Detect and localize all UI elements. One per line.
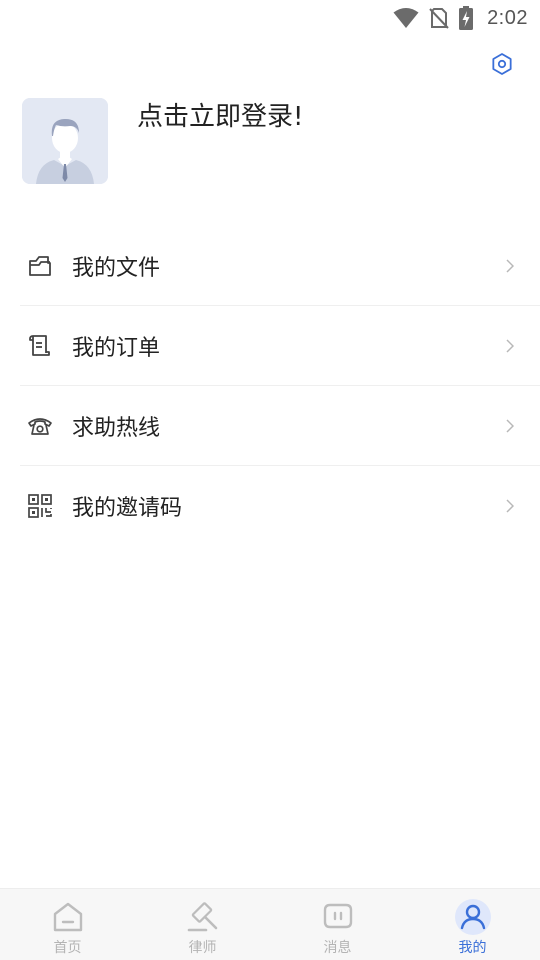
battery-charging-icon	[459, 6, 474, 30]
menu-list: 我的文件 我的订单 求助热线 我的邀请码	[0, 226, 540, 546]
wifi-icon	[393, 7, 419, 29]
bottom-tab-bar: 首页 律师 消息 我的	[0, 888, 540, 960]
menu-item-label: 我的邀请码	[72, 496, 183, 521]
tab-mine[interactable]: 我的	[405, 889, 540, 960]
default-avatar-icon	[22, 98, 108, 184]
menu-item-label: 我的文件	[72, 255, 161, 281]
menu-item-label: 求助热线	[72, 415, 161, 441]
qr-code-icon	[26, 492, 54, 520]
order-scroll-icon	[26, 332, 54, 360]
chevron-right-icon	[504, 258, 516, 274]
menu-item-orders[interactable]: 我的订单	[20, 306, 540, 386]
folder-icon	[26, 252, 54, 280]
menu-item-label: 我的订单	[72, 335, 161, 361]
login-prompt[interactable]: 点击立即登录!	[137, 98, 303, 136]
menu-item-invite-code[interactable]: 我的邀请码	[20, 466, 540, 546]
menu-item-files[interactable]: 我的文件	[20, 226, 540, 306]
tab-home[interactable]: 首页	[0, 889, 135, 960]
settings-hexagon-icon	[490, 52, 514, 80]
menu-item-hotline[interactable]: 求助热线	[20, 386, 540, 466]
tab-label: 我的	[458, 940, 487, 956]
status-bar: 2:02	[0, 0, 540, 36]
no-sim-icon	[429, 7, 449, 29]
settings-button[interactable]	[488, 52, 516, 80]
status-time: 2:02	[487, 6, 528, 29]
tab-label: 消息	[323, 940, 352, 956]
chevron-right-icon	[504, 338, 516, 354]
chevron-right-icon	[504, 418, 516, 434]
gavel-icon	[183, 897, 223, 937]
tab-lawyer[interactable]: 律师	[135, 889, 270, 960]
message-icon	[318, 897, 358, 937]
tab-messages[interactable]: 消息	[270, 889, 405, 960]
tab-label: 律师	[188, 940, 217, 956]
tab-label: 首页	[53, 940, 82, 956]
chevron-right-icon	[504, 498, 516, 514]
home-icon	[48, 897, 88, 937]
telephone-icon	[26, 412, 54, 440]
avatar[interactable]	[22, 98, 108, 184]
user-icon	[453, 897, 493, 937]
